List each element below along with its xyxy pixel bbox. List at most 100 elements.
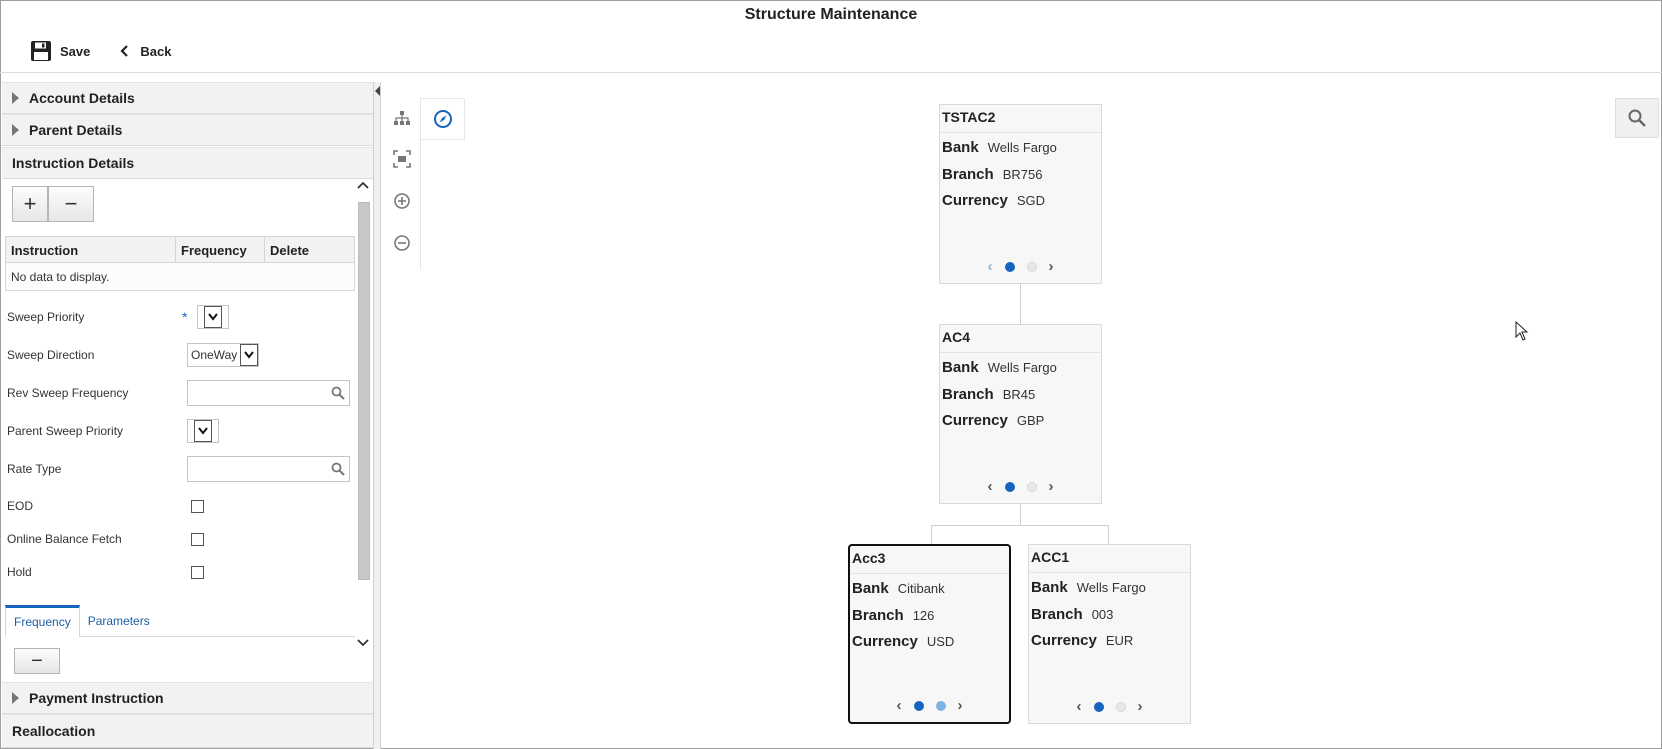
scroll-up-icon[interactable] [357,177,369,193]
chevron-down-icon [194,420,212,442]
node-title: Acc3 [850,546,1009,574]
bank-label: Bank [942,139,979,156]
bank-value: Citibank [897,581,945,596]
remove-instruction-button[interactable]: − [48,186,94,222]
panel-splitter[interactable] [373,82,381,749]
search-icon[interactable] [331,462,345,476]
zoom-out-icon[interactable] [391,232,413,254]
branch-value: BR45 [1002,387,1036,402]
back-label: Back [140,43,172,59]
account-node-tstac2[interactable]: TSTAC2 Bank Wells Fargo Branch BR756 Curre… [939,104,1102,284]
chevron-left-icon [120,45,129,57]
save-button[interactable]: Save [30,40,90,62]
chevron-left-icon[interactable]: ‹ [988,478,993,495]
connector-line [1020,284,1021,324]
column-header[interactable]: Delete [265,237,354,262]
navigate-button[interactable] [421,98,465,140]
remove-frequency-button[interactable]: − [14,648,60,674]
node-title: TSTAC2 [940,105,1101,133]
account-node-acc1[interactable]: ACC1 Bank Wells Fargo Branch 003 Currency E… [1028,544,1191,724]
sweep-priority-select[interactable] [197,305,229,329]
left-panel: Account Details Parent Details Instructi… [2,82,373,748]
node-pager: ‹ › [940,258,1101,275]
section-instruction-details[interactable]: Instruction Details [2,147,373,179]
compass-icon [433,110,452,128]
branch-value: BR756 [1002,167,1043,182]
branch-value: 126 [912,608,935,623]
field-label: Sweep Priority [7,310,85,324]
eod-checkbox[interactable] [191,499,204,513]
chevron-left-icon[interactable]: ‹ [1077,698,1082,715]
node-pager: ‹ › [940,478,1101,495]
zoom-in-icon[interactable] [391,190,413,212]
rev-sweep-frequency-input[interactable] [187,380,350,406]
hierarchy-icon[interactable] [391,108,413,130]
online-balance-fetch-checkbox[interactable] [191,532,204,546]
chevron-left-icon[interactable]: ‹ [897,697,902,714]
page-dot[interactable] [1026,481,1037,492]
section-label: Reallocation [12,723,96,739]
section-reallocation[interactable]: Reallocation [2,714,373,748]
sweep-direction-row: Sweep Direction OneWay [7,340,352,370]
expand-icon [12,124,19,136]
section-parent-details[interactable]: Parent Details [2,114,373,146]
instruction-table: Instruction Frequency Delete No data to … [5,236,355,291]
scroll-down-icon[interactable] [357,635,369,651]
chevron-right-icon[interactable]: › [958,697,963,714]
parent-sweep-priority-select[interactable] [187,419,219,443]
field-label: Hold [7,565,32,579]
branch-label: Branch [1031,606,1083,623]
hold-checkbox[interactable] [191,565,204,579]
back-button[interactable]: Back [118,44,171,59]
add-instruction-button[interactable]: + [12,186,48,222]
page-dot[interactable] [1093,701,1104,712]
connector-line [1108,525,1109,544]
section-payment-instruction[interactable]: Payment Instruction [2,682,373,714]
chevron-left-icon[interactable]: ‹ [988,258,993,275]
currency-label: Currency [852,633,918,650]
chevron-right-icon[interactable]: › [1049,478,1054,495]
chevron-right-icon[interactable]: › [1138,698,1143,715]
page-dot[interactable] [1115,701,1126,712]
collapse-icon[interactable] [375,86,380,96]
section-account-details[interactable]: Account Details [2,82,373,114]
parent-sweep-priority-row: Parent Sweep Priority [7,416,352,446]
chevron-down-icon [204,306,222,328]
rate-type-input[interactable] [187,456,350,482]
scrollbar-thumb[interactable] [358,202,370,580]
field-label: Online Balance Fetch [7,532,122,546]
online-balance-fetch-row: Online Balance Fetch [7,524,352,554]
currency-value: USD [926,634,955,649]
currency-label: Currency [942,192,1008,209]
page-dot[interactable] [935,700,946,711]
column-header[interactable]: Frequency [176,237,265,262]
search-icon[interactable] [331,386,345,400]
sweep-direction-select[interactable]: OneWay [187,343,259,367]
chevron-right-icon[interactable]: › [1049,258,1054,275]
bank-label: Bank [852,580,889,597]
account-node-ac4[interactable]: AC4 Bank Wells Fargo Branch BR45 Currency G… [939,324,1102,504]
expand-icon [12,92,19,104]
branch-label: Branch [852,607,904,624]
currency-value: SGD [1016,193,1046,208]
column-header[interactable]: Instruction [6,237,176,262]
save-icon [31,41,51,61]
connector-line [1020,504,1021,526]
node-pager: ‹ › [850,697,1009,714]
left-scrollbar[interactable] [355,180,373,650]
rate-type-row: Rate Type [7,454,352,484]
fit-to-screen-icon[interactable] [391,148,413,170]
select-value: OneWay [191,348,238,362]
currency-value: EUR [1105,633,1134,648]
mouse-pointer-icon [1515,321,1529,341]
tab-frequency[interactable]: Frequency [5,605,80,637]
tab-parameters[interactable]: Parameters [80,605,158,636]
field-label: Rate Type [7,462,62,476]
section-label: Account Details [29,90,135,106]
account-node-acc3[interactable]: Acc3 Bank Citibank Branch 126 Currency USD … [848,544,1011,724]
page-dot[interactable] [913,700,924,711]
page-dot[interactable] [1004,481,1015,492]
diagram-search-button[interactable] [1615,98,1659,138]
page-dot[interactable] [1004,261,1015,272]
page-dot[interactable] [1026,261,1037,272]
